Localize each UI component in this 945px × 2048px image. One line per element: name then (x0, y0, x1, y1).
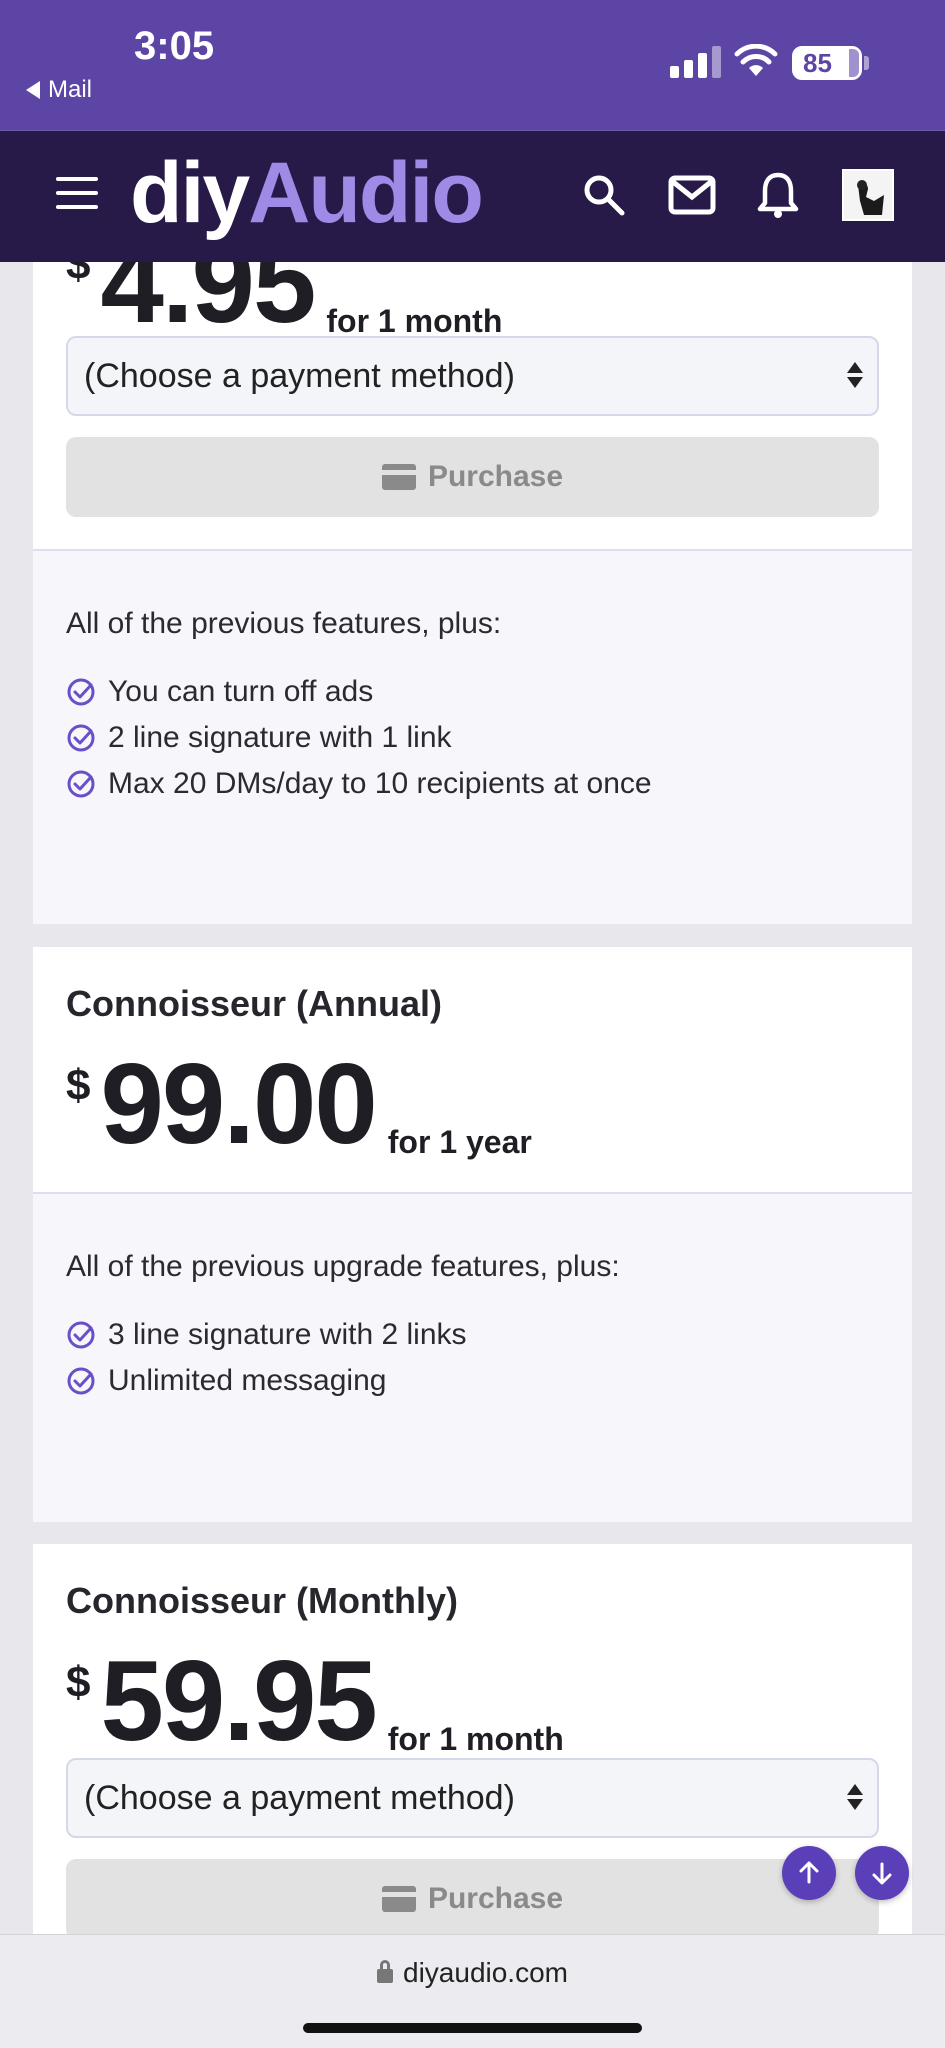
feature-item: Unlimited messaging (66, 1358, 467, 1404)
price-amount: 99.00 (100, 1041, 377, 1168)
features-intro: All of the previous features, plus: (66, 607, 502, 640)
avatar-image (844, 171, 892, 219)
lock-icon (377, 1960, 393, 1983)
check-circle-icon (67, 1367, 95, 1395)
price-amount: 59.95 (100, 1638, 377, 1765)
url-display[interactable]: diyaudio.com (0, 1957, 945, 1989)
purchase-button[interactable]: Purchase (66, 437, 879, 517)
arrow-down-icon (872, 1862, 892, 1885)
check-circle-icon (67, 770, 95, 798)
feature-text: Unlimited messaging (108, 1364, 387, 1397)
currency-symbol: $ (66, 1658, 91, 1707)
feature-text: 3 line signature with 2 links (108, 1318, 467, 1351)
url-text: diyaudio.com (403, 1957, 568, 1988)
price-period: for 1 month (326, 303, 503, 339)
site-navbar: diyAudio (0, 130, 945, 262)
price-period: for 1 month (387, 1721, 564, 1757)
check-circle-icon (67, 1321, 95, 1349)
features-list: You can turn off ads 2 line signature wi… (66, 669, 652, 807)
check-circle-icon (67, 678, 95, 706)
payment-method-value: (Choose a payment method) (84, 1778, 515, 1817)
wifi-icon (734, 44, 778, 76)
logo-text-audio: Audio (248, 145, 484, 241)
site-logo[interactable]: diyAudio (130, 143, 484, 243)
menu-icon[interactable] (56, 177, 98, 209)
feature-text: 2 line signature with 1 link (108, 721, 452, 754)
page-content: $ 4.95 for 1 month (Choose a payment met… (0, 262, 945, 1934)
bell-icon[interactable] (756, 171, 800, 219)
arrow-up-icon (799, 1861, 819, 1884)
currency-symbol: $ (66, 1061, 91, 1110)
plan-price: $ 4.95 for 1 month (66, 262, 502, 347)
select-arrows-icon (847, 1784, 863, 1810)
back-to-mail-link[interactable]: Mail (26, 76, 92, 104)
plan-title: Connoisseur (Monthly) (66, 1580, 458, 1621)
features-list: 3 line signature with 2 links Unlimited … (66, 1312, 467, 1404)
plan-card: $ 4.95 for 1 month (Choose a payment met… (33, 262, 912, 924)
feature-text: Max 20 DMs/day to 10 recipients at once (108, 767, 652, 800)
battery-icon: 85 (792, 46, 862, 80)
browser-address-bar[interactable]: diyaudio.com (0, 1934, 945, 2048)
plan-card: Connoisseur (Monthly) $ 59.95 for 1 mont… (33, 1544, 912, 1934)
check-circle-icon (67, 724, 95, 752)
features-intro: All of the previous upgrade features, pl… (66, 1250, 620, 1283)
home-indicator[interactable] (303, 2023, 642, 2033)
search-icon[interactable] (582, 173, 626, 217)
credit-card-icon (381, 464, 416, 490)
scroll-to-bottom-button[interactable] (855, 1846, 909, 1900)
purchase-label: Purchase (427, 1882, 564, 1915)
payment-method-select[interactable]: (Choose a payment method) (66, 1758, 879, 1838)
select-arrows-icon (847, 362, 863, 388)
feature-text: You can turn off ads (108, 675, 374, 708)
back-app-label: Mail (48, 76, 93, 103)
logo-text-diy: diy (130, 145, 250, 241)
plan-card: Connoisseur (Annual) $ 99.00 for 1 year … (33, 947, 912, 1522)
credit-card-icon (381, 1886, 416, 1912)
plan-features: All of the previous upgrade features, pl… (33, 1192, 912, 1522)
status-bar: 3:05 Mail 85 (0, 0, 945, 130)
feature-item: 3 line signature with 2 links (66, 1312, 467, 1358)
purchase-button[interactable]: Purchase (66, 1859, 879, 1934)
mail-icon[interactable] (668, 175, 716, 215)
plan-features: All of the previous features, plus: You … (33, 549, 912, 924)
scroll-to-top-button[interactable] (782, 1846, 836, 1900)
feature-item: You can turn off ads (66, 669, 652, 715)
plan-price: $ 99.00 for 1 year (66, 1041, 532, 1168)
battery-level: 85 (803, 47, 832, 78)
user-avatar[interactable] (842, 169, 894, 221)
back-arrow-icon (26, 81, 40, 99)
plan-title: Connoisseur (Annual) (66, 983, 442, 1024)
price-period: for 1 year (387, 1124, 532, 1160)
cellular-signal-icon (670, 46, 721, 78)
feature-item: 2 line signature with 1 link (66, 715, 652, 761)
payment-method-select[interactable]: (Choose a payment method) (66, 336, 879, 416)
purchase-label: Purchase (427, 460, 564, 493)
payment-method-value: (Choose a payment method) (84, 356, 515, 395)
feature-item: Max 20 DMs/day to 10 recipients at once (66, 761, 652, 807)
price-amount: 4.95 (100, 262, 316, 347)
plan-price: $ 59.95 for 1 month (66, 1638, 564, 1765)
currency-symbol: $ (66, 262, 91, 289)
status-time: 3:05 (134, 24, 215, 68)
